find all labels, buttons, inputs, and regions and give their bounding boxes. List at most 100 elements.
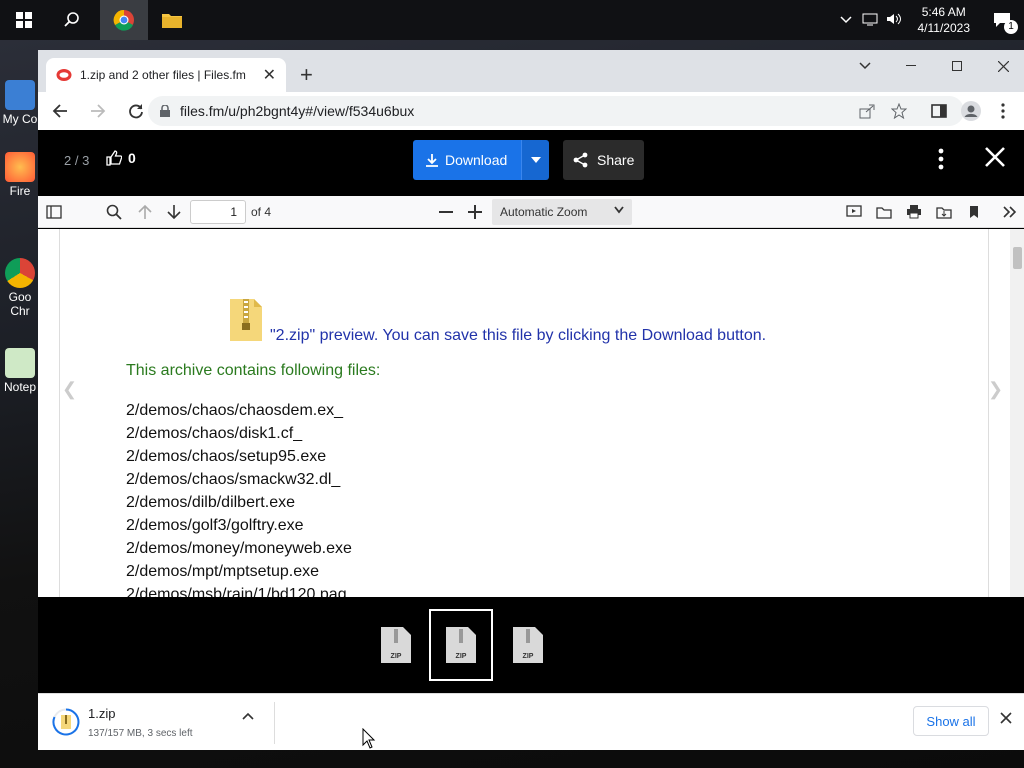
- next-page-button[interactable]: [162, 200, 186, 224]
- bookmark-button[interactable]: [962, 200, 986, 224]
- file-list-item: 2/demos/golf3/golftry.exe: [126, 517, 304, 534]
- download-file-name: 1.zip: [88, 706, 116, 721]
- caret-down-icon: [530, 157, 541, 163]
- share-button[interactable]: Share: [563, 140, 645, 180]
- browser-window: 1.zip and 2 other files | Files.fm ✕ + f…: [38, 50, 1024, 750]
- volume-icon[interactable]: [886, 12, 902, 29]
- chevron-up-icon[interactable]: [242, 712, 254, 720]
- vertical-scrollbar[interactable]: [1010, 229, 1024, 597]
- system-tray: 5:46 AM 4/11/2023 1: [839, 0, 1024, 40]
- print-button[interactable]: [902, 200, 926, 224]
- file-list-item: 2/demos/mpt/mptsetup.exe: [126, 563, 319, 580]
- chevron-down-icon: [859, 62, 871, 70]
- computer-icon: [5, 80, 35, 110]
- desktop-icon-label: Notep: [3, 380, 37, 394]
- zoom-out-button[interactable]: [434, 200, 458, 224]
- file-list-item: 2/demos/dilb/dilbert.exe: [126, 494, 295, 511]
- desktop-icon-my-computer[interactable]: My Co: [0, 80, 40, 126]
- download-options-button[interactable]: [521, 140, 550, 180]
- taskbar-file-explorer[interactable]: [148, 0, 196, 40]
- desktop-icon-chrome[interactable]: Goo Chr: [0, 258, 40, 318]
- reload-icon: [129, 104, 143, 119]
- open-file-button[interactable]: [872, 200, 896, 224]
- thumbnail-file-2[interactable]: ZIP: [429, 609, 493, 681]
- pdf-viewer-area[interactable]: "2.zip" preview. You can save this file …: [38, 229, 1024, 597]
- zip-file-icon: ZIP: [381, 627, 411, 663]
- find-button[interactable]: [102, 200, 126, 224]
- chevron-up-icon[interactable]: [839, 13, 852, 27]
- forward-button[interactable]: [82, 95, 114, 127]
- print-icon: [907, 205, 921, 219]
- close-window-button[interactable]: [980, 50, 1024, 82]
- address-bar[interactable]: files.fm/u/ph2bgnt4y#/view/f534u6bux: [148, 96, 964, 126]
- clock-time: 5:46 AM: [921, 5, 966, 19]
- thumbnail-file-1[interactable]: ZIP: [364, 609, 428, 681]
- notification-badge: 1: [1004, 20, 1018, 34]
- pdf-page: "2.zip" preview. You can save this file …: [59, 229, 989, 597]
- download-button-group: Download: [413, 140, 550, 180]
- windows-icon: [16, 12, 32, 28]
- like-button[interactable]: 0: [106, 150, 136, 166]
- share-page-button[interactable]: [852, 96, 882, 126]
- presentation-icon: [846, 205, 862, 217]
- tab-files-fm[interactable]: 1.zip and 2 other files | Files.fm ✕: [46, 58, 286, 92]
- back-button[interactable]: [44, 95, 76, 127]
- save-button[interactable]: [932, 200, 956, 224]
- tab-title: 1.zip and 2 other files | Files.fm: [80, 68, 246, 82]
- close-icon[interactable]: [1000, 712, 1012, 724]
- side-panel-button[interactable]: [924, 96, 954, 126]
- thumbnail-file-3[interactable]: ZIP: [496, 609, 560, 681]
- plus-icon: [468, 205, 482, 219]
- maximize-icon: [952, 61, 962, 71]
- notification-center-button[interactable]: 1: [980, 12, 1024, 34]
- start-button[interactable]: [0, 0, 48, 40]
- toggle-sidebar-button[interactable]: [42, 200, 66, 224]
- zip-file-icon: ZIP: [446, 627, 476, 663]
- viewer-close-button[interactable]: [984, 146, 1006, 173]
- show-all-downloads-button[interactable]: Show all: [913, 706, 989, 736]
- previous-page-button[interactable]: [133, 200, 157, 224]
- minimize-button[interactable]: [888, 50, 934, 82]
- lock-icon: [160, 105, 170, 117]
- bookmark-star-button[interactable]: [884, 96, 914, 126]
- file-list-item: 2/demos/msb/rain/1/bd120.pag: [126, 586, 347, 597]
- tools-button[interactable]: [998, 200, 1022, 224]
- sidebar-icon: [46, 205, 62, 219]
- tab-close-icon[interactable]: ✕: [263, 65, 276, 85]
- prev-file-arrow-icon[interactable]: ❮: [62, 379, 77, 400]
- desktop-icon-notepad[interactable]: Notep: [0, 348, 40, 394]
- minimize-icon: [906, 65, 916, 66]
- search-button[interactable]: [48, 0, 96, 40]
- download-shelf: 1.zip 137/157 MB, 3 secs left Show all: [38, 693, 1024, 750]
- viewer-menu-button[interactable]: [938, 148, 944, 174]
- save-icon: [936, 207, 952, 219]
- zoom-select[interactable]: Automatic Zoom: [492, 199, 632, 225]
- kebab-menu-icon: [938, 148, 944, 170]
- tab-search-button[interactable]: [842, 50, 888, 82]
- download-button[interactable]: Download: [413, 140, 522, 180]
- star-icon: [891, 103, 907, 119]
- notepad-icon: [5, 348, 35, 378]
- profile-button[interactable]: [956, 96, 986, 126]
- next-file-arrow-icon[interactable]: ❯: [988, 379, 1003, 400]
- presentation-mode-button[interactable]: [842, 200, 866, 224]
- double-chevron-right-icon: [1003, 206, 1017, 218]
- taskbar-chrome[interactable]: [100, 0, 148, 40]
- file-list-item: 2/demos/money/moneyweb.exe: [126, 540, 352, 557]
- maximize-button[interactable]: [934, 50, 980, 82]
- folder-icon: [162, 14, 182, 28]
- scrollbar-thumb[interactable]: [1013, 247, 1022, 269]
- new-tab-button[interactable]: +: [300, 62, 313, 88]
- file-counter: 2 / 3: [64, 153, 90, 168]
- zoom-in-button[interactable]: [463, 200, 487, 224]
- file-list-item: 2/demos/chaos/disk1.cf_: [126, 425, 303, 442]
- desktop-icon-label: Goo Chr: [8, 290, 32, 318]
- desktop-icon-firefox[interactable]: Fire: [0, 152, 40, 198]
- browser-menu-button[interactable]: [988, 96, 1018, 126]
- avatar-icon: [961, 101, 981, 121]
- clock[interactable]: 5:46 AM 4/11/2023: [908, 4, 981, 36]
- page-number-input[interactable]: 1: [190, 200, 246, 224]
- download-item[interactable]: 1.zip 137/157 MB, 3 secs left: [38, 694, 268, 751]
- network-icon[interactable]: [862, 12, 878, 29]
- download-label: Download: [445, 152, 508, 168]
